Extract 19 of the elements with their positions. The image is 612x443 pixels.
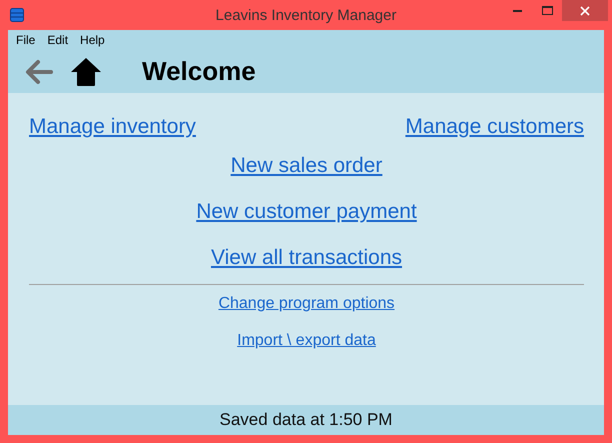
- page-heading: Welcome: [142, 56, 256, 87]
- minimize-icon[interactable]: [512, 10, 522, 12]
- status-text: Saved data at 1:50 PM: [8, 405, 604, 435]
- nav-link[interactable]: View all transactions: [210, 246, 402, 270]
- app-icon: [10, 8, 24, 22]
- nav-link[interactable]: Manage inventory: [29, 115, 196, 139]
- nav-link[interactable]: New sales order: [230, 154, 382, 178]
- close-icon: [580, 6, 590, 16]
- nav-link[interactable]: Change program options: [218, 295, 395, 313]
- window-title: Leavins Inventory Manager: [216, 6, 396, 24]
- nav-link[interactable]: New customer payment: [196, 200, 417, 224]
- nav-link[interactable]: Manage customers: [405, 115, 584, 139]
- menu-item[interactable]: File: [10, 33, 42, 50]
- nav-link[interactable]: Import \ export data: [237, 332, 376, 350]
- menu-item[interactable]: Help: [74, 33, 111, 50]
- home-icon[interactable]: [70, 56, 102, 86]
- maximize-icon[interactable]: [542, 6, 552, 16]
- close-button[interactable]: [562, 0, 608, 21]
- menu-item[interactable]: Edit: [41, 33, 74, 50]
